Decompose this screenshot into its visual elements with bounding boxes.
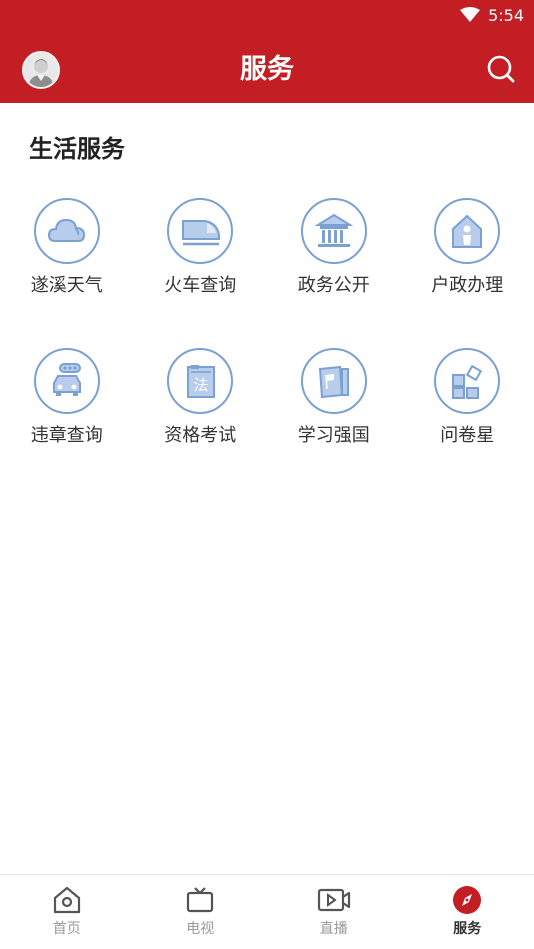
service-label: 政务公开 [297,275,370,296]
tab-label: 直播 [319,921,348,937]
compass-icon [453,886,482,914]
live-video-icon [317,888,350,912]
household-registration-icon [434,198,501,264]
questionnaire-icon [434,348,501,414]
service-label: 火车查询 [164,275,237,296]
section-title: 生活服务 [29,135,125,163]
tv-icon [187,887,214,913]
service-label: 学习强国 [297,425,370,446]
tab-label: 电视 [186,921,215,937]
top-app-bar: 5:54 服务 [0,0,534,103]
traffic-violation-icon [33,348,100,414]
tab-tv[interactable]: 电视 [134,875,268,949]
search-icon [487,55,515,83]
page-title: 服务 [240,54,294,85]
service-item-weather[interactable]: 遂溪天气 [0,198,134,348]
government-building-icon [300,198,367,264]
service-item-household[interactable]: 户政办理 [401,198,534,348]
tab-label: 首页 [52,921,81,937]
service-grid: 遂溪天气 火车查询 政务公开 户政办理 违章查询 法 资格考试 学习强国 问卷星 [0,198,534,498]
service-item-questionnaire[interactable]: 问卷星 [401,348,534,498]
service-label: 违章查询 [30,425,103,446]
law-book-icon: 法 [167,348,234,414]
tab-live[interactable]: 直播 [267,875,401,949]
service-item-train[interactable]: 火车查询 [134,198,268,348]
svg-text:法: 法 [194,376,209,394]
cloud-icon [33,198,100,264]
service-label: 遂溪天气 [30,275,103,296]
service-item-government[interactable]: 政务公开 [267,198,401,348]
study-flag-icon [300,348,367,414]
status-time: 5:54 [488,5,524,25]
service-item-exam[interactable]: 法 资格考试 [134,348,268,498]
status-bar: 5:54 [460,4,524,26]
home-icon [53,886,80,914]
tab-services[interactable]: 服务 [401,875,534,949]
bottom-tab-bar: 首页 电视 直播 服务 [0,874,534,949]
search-button[interactable] [486,54,516,84]
service-label: 户政办理 [431,275,504,296]
tab-home[interactable]: 首页 [0,875,134,949]
service-item-study[interactable]: 学习强国 [267,348,401,498]
wifi-icon [460,7,481,22]
train-icon [167,198,234,264]
tab-label: 服务 [453,921,482,937]
service-item-violation[interactable]: 违章查询 [0,348,134,498]
service-label: 资格考试 [164,425,237,446]
service-label: 问卷星 [440,425,495,446]
